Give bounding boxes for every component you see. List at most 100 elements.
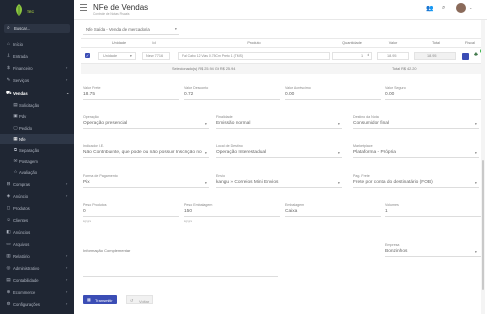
operacao-label: Operação [83, 115, 99, 119]
embalagem-input[interactable]: Caixa [285, 209, 297, 214]
invoice-icon: ▦ [13, 136, 18, 141]
chevron-down-icon: ▾ [338, 151, 340, 155]
sidebar-item-label: Solicitação [19, 102, 40, 108]
sidebar-subitem-postagem[interactable]: ✉ Postagem [0, 156, 74, 166]
sidebar-subitem-solicitacao[interactable]: ▤ Solicitação [0, 100, 74, 110]
sidebar-item-administrativo[interactable]: ◎ Administrativo › [0, 263, 74, 273]
chevron-down-icon[interactable]: ⌄ [469, 5, 472, 10]
nature-select[interactable]: Nfe Saída - Venda de mercadoria [86, 27, 150, 32]
valor-frete-label: Valor Frete [83, 86, 101, 90]
underline [184, 99, 280, 100]
column-header-id: Id [152, 41, 156, 45]
sidebar-item-relatorio[interactable]: ▥ Relatório › [0, 251, 74, 261]
sidebar-item-entrada[interactable]: ⇩ Entrada [0, 51, 74, 61]
sidebar-item-arquivos[interactable]: ▭ Arquivos [0, 239, 74, 249]
pag-frete-select[interactable]: Frete por conta do destinatário (FOB) [353, 180, 433, 185]
valor-frete-input[interactable]: 18.75 [83, 92, 95, 97]
destino-label: Destino da Nota [353, 115, 379, 119]
sidebar-item-label: Arquivos [13, 241, 30, 247]
sidebar-item-label: Produtos [13, 205, 30, 211]
underline [216, 157, 342, 158]
destino-select[interactable]: Consumidor final [353, 121, 389, 126]
value-value: 18.95 [387, 54, 397, 58]
sidebar-item-label: Clientes [13, 217, 29, 223]
services-icon: ✎ [6, 77, 11, 82]
finalidade-select[interactable]: Emissão normal [216, 121, 250, 126]
main-content: Nfe Saída - Venda de mercadoria ▾ Unidad… [74, 20, 487, 314]
chevron-down-icon: ▾ [130, 54, 132, 58]
back-icon: ↺ [130, 298, 134, 303]
sidebar-item-inicio[interactable]: ⌂ Início [0, 39, 74, 49]
page-title: NFe de Vendas [93, 3, 149, 12]
pos-icon: ▣ [13, 113, 18, 118]
empresa-select[interactable]: Bonzinhos [385, 249, 407, 254]
users-icon[interactable]: 👥 [426, 5, 433, 12]
sidebar-item-ecommerce[interactable]: ⊕ Ecommerce › [0, 287, 74, 297]
valor-seguro-input[interactable]: 0.00 [385, 92, 394, 97]
sidebar-subitem-avaliacao[interactable]: ☆ Avaliação [0, 167, 74, 177]
sidebar-item-clientes[interactable]: ☺ Clientes [0, 215, 74, 225]
sidebar-item-vendas[interactable]: ⛟ Vendas ⌄ [0, 88, 74, 98]
underline [353, 128, 479, 129]
sidebar-subitem-pdv[interactable]: ▣ Pdv [0, 111, 74, 121]
operacao-select[interactable]: Operação presencial [83, 121, 127, 126]
marketplace-select[interactable]: Plataforma - Própria [353, 150, 396, 155]
sidebar-item-servicos[interactable]: ✎ Serviços › [0, 75, 74, 85]
tree-icon[interactable]: ♣ [474, 52, 481, 59]
sidebar-item-label: Avaliação [19, 169, 38, 175]
sidebar-item-financeiro[interactable]: $ Financeiro › [0, 63, 74, 73]
indicador-select[interactable]: Não Contribuinte, que pode ou não possui… [83, 150, 207, 155]
avatar[interactable] [456, 3, 466, 13]
sidebar-item-produtos[interactable]: ◻ Produtos [0, 203, 74, 213]
sidebar-subitem-separacao[interactable]: ⧉ Separação [0, 145, 74, 155]
search-icon[interactable]: ⌕ [442, 5, 445, 12]
product-value: Fal Cabo 12 Vias 0.75Cm Preto 1 (TMS) [182, 54, 243, 58]
underline [285, 216, 381, 217]
sidebar-item-anuncios[interactable]: ◧ Anúncios [0, 227, 74, 237]
home-icon: ⌂ [7, 41, 10, 46]
underline [83, 99, 179, 100]
sidebar-item-compras[interactable]: ⊟ Compras › [0, 179, 74, 189]
topbar: NFe de Vendas Controle de Notas Fiscais … [74, 0, 487, 20]
sidebar-item-label: Ecommerce [13, 289, 36, 295]
local-destino-select[interactable]: Operação Interestadual [216, 150, 266, 155]
valor-desconto-input[interactable]: 0.72 [184, 92, 193, 97]
sidebar-item-label: Serviços [13, 77, 30, 83]
sidebar-item-configuracoes[interactable]: ⚙ Configurações › [0, 299, 74, 309]
sidebar-item-contabilidade[interactable]: ▤ Contabilidade › [0, 275, 74, 285]
valor-acrescimo-input[interactable]: 0.00 [285, 92, 294, 97]
chevron-down-icon: ▾ [475, 151, 477, 155]
chevron-right-icon: › [66, 301, 68, 306]
stepper-icon[interactable]: ⇕ [367, 53, 370, 57]
underline [385, 99, 481, 100]
transmit-button[interactable]: ▦ Transmitir [83, 295, 117, 304]
peso-embalagem-label: Peso Embalagem [184, 203, 213, 207]
forma-pagamento-select[interactable]: Pix [83, 180, 90, 185]
scrollbar-thumb[interactable] [482, 160, 484, 290]
local-destino-label: Local de Destino [216, 144, 243, 148]
table-top-border [81, 38, 484, 39]
volumes-input[interactable]: 1 [385, 209, 388, 214]
send-icon: ▦ [87, 297, 91, 302]
sidebar-item-label: Anúncios [13, 229, 31, 235]
chevron-down-icon: ⌄ [66, 90, 70, 95]
sidebar-subitem-nfe[interactable]: ▦ Nfe [0, 134, 74, 144]
peso-produtos-input[interactable]: 0 [83, 209, 86, 214]
underline [385, 256, 481, 257]
total-value: 18.95 [427, 54, 437, 58]
menu-icon[interactable] [80, 4, 87, 11]
envio-select[interactable]: kangu » Correios Mini Envios [216, 180, 278, 185]
chevron-down-icon: ▾ [475, 122, 477, 126]
sidebar-item-anuncio[interactable]: ◈ Anúncio › [0, 191, 74, 201]
edit-fiscal-button[interactable] [462, 53, 469, 60]
info-complementar-textarea[interactable] [83, 255, 278, 275]
sidebar-subitem-pedido[interactable]: ▢ Pedido [0, 123, 74, 133]
peso-embalagem-input[interactable]: 150 [184, 209, 192, 214]
chevron-down-icon: ▾ [338, 122, 340, 126]
cancel-button[interactable]: ↺ Voltar [126, 295, 153, 304]
finance-icon: $ [7, 65, 10, 70]
sidebar-search[interactable]: ⌕ Buscar... [4, 24, 70, 33]
quantity-stepper[interactable] [332, 52, 372, 60]
logo-text: TEC [27, 10, 34, 14]
row-checkbox[interactable]: ✓ [85, 53, 90, 58]
